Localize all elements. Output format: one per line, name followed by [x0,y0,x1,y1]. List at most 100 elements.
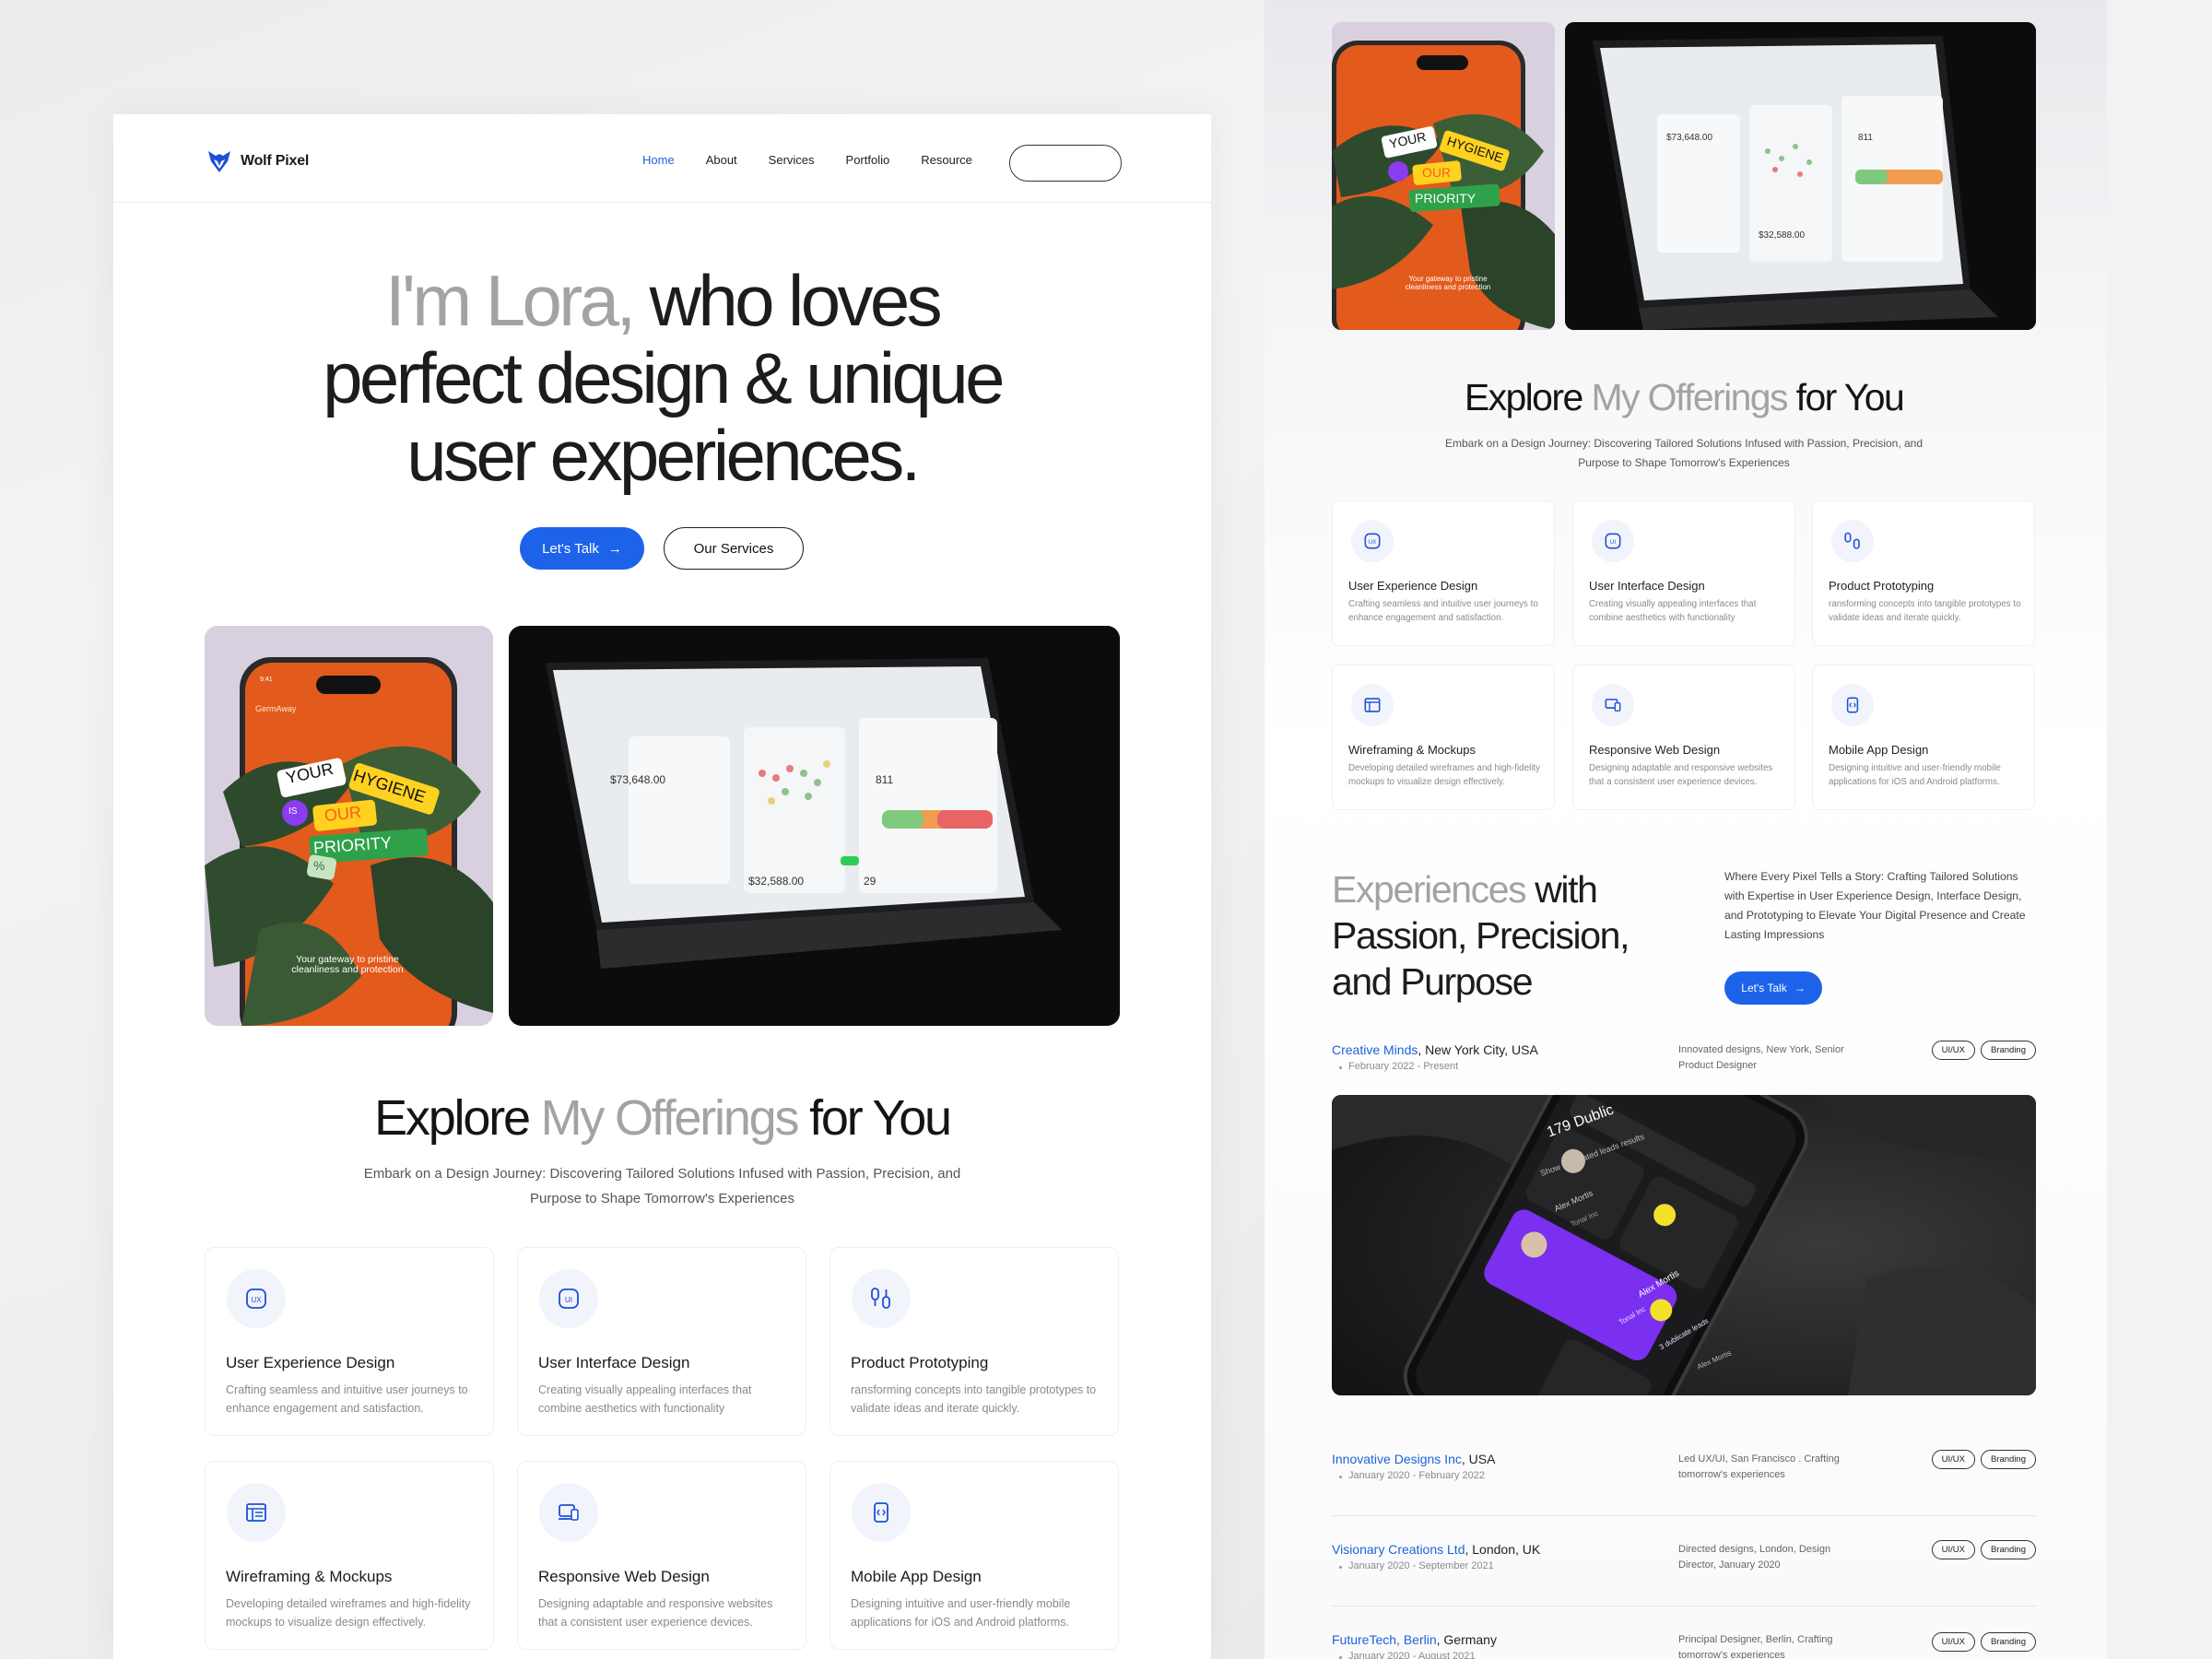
card-desc: Developing detailed wireframes and high-… [1348,763,1541,787]
company-name[interactable]: Creative Minds [1332,1042,1418,1057]
company-name[interactable]: FutureTech, Berlin [1332,1632,1437,1647]
app-photo-illustration [1332,1095,2036,1395]
experience-title-grey: Experiences [1332,868,1527,911]
tag-branding[interactable]: Branding [1980,1540,2036,1559]
our-services-label: Our Services [693,540,774,557]
card-title: Product Prototyping [1829,579,1935,593]
nav-about[interactable]: About [690,147,753,172]
offerings-subtitle-l2: Purpose to Shape Tomorrow's Experiences [1578,456,1790,469]
svg-text:UX: UX [1369,539,1377,546]
job-tags: UI/UX Branding [1931,1450,2036,1469]
ux-icon: UX [227,1269,286,1328]
brand-logo[interactable]: Wolf Pixel [206,147,309,175]
nav-portfolio[interactable]: Portfolio [830,147,906,172]
card-title: Mobile App Design [1829,743,1929,757]
service-card-ux[interactable]: UX User Experience Design Crafting seaml… [205,1247,494,1436]
card-title: User Experience Design [1348,579,1478,593]
brand-name: Wolf Pixel [241,153,310,169]
laptop-dashboard-image: $73,648.00 $32,588.00 811 29 [509,626,1120,1026]
experience-title-l1: with [1525,868,1598,911]
service-card-wireframing[interactable]: Wireframing & Mockups Developing detaile… [205,1461,494,1650]
service-card-mobile-app[interactable]: Mobile App Design Designing intuitive an… [830,1461,1119,1650]
experience-lets-talk-label: Let's Talk [1741,982,1787,994]
laptop-value-2: $32,588.00 [1759,230,1806,241]
tag-uiux[interactable]: UI/UX [1931,1450,1975,1469]
tag-uiux[interactable]: UI/UX [1931,1540,1975,1559]
card-desc: Designing intuitive and user-friendly mo… [851,1597,1071,1629]
offerings-subtitle-l1: Embark on a Design Journey: Discovering … [363,1166,961,1182]
offerings-subtitle-small: Embark on a Design Journey: Discovering … [1438,434,1930,473]
experience-description: Where Every Pixel Tells a Story: Craftin… [1724,870,2026,941]
card-desc: Designing adaptable and responsive websi… [538,1597,773,1629]
job-dates: February 2022 - Present [1338,1061,1459,1072]
company-location: , New York City, USA [1418,1042,1538,1057]
card-desc: Crafting seamless and intuitive user jou… [1348,599,1538,623]
job-dates: January 2020 - February 2022 [1339,1470,1485,1481]
laptop-value-2: $32,588.00 [748,875,805,888]
service-card-responsive[interactable]: Responsive Web Design Designing adaptabl… [517,1461,806,1650]
company: FutureTech, Berlin, Germany [1332,1632,1497,1647]
nav-services[interactable]: Services [753,147,830,172]
card-desc: Designing adaptable and responsive websi… [1589,763,1773,787]
wireframe-icon [227,1483,286,1542]
lets-talk-button[interactable]: Let's Talk → [520,527,644,570]
headline-line2: perfect design & unique [323,337,1005,418]
ui-icon: UI [1592,520,1634,562]
hero: I'm Lora, who loves perfect design & uni… [113,262,1211,494]
sticker-priority: PRIORITY [1415,191,1477,206]
phone-tagline: Your gateway to pristine cleanliness and… [1405,275,1491,291]
card-title: Mobile App Design [851,1568,982,1585]
service-card-ux-small[interactable]: UX User Experience Design Crafting seaml… [1332,500,1555,646]
service-card-responsive-small[interactable]: Responsive Web Design Designing adaptabl… [1572,665,1795,810]
card-title: Responsive Web Design [1589,743,1721,757]
ux-icon: UX [1351,520,1394,562]
laptop-value-4: 29 [864,875,877,888]
tag-uiux[interactable]: UI/UX [1931,1041,1975,1060]
company-name[interactable]: Innovative Designs Inc [1332,1452,1462,1466]
phone-tagline: Your gateway to pristine cleanliness and… [291,954,404,975]
offerings-subtitle-l1: Embark on a Design Journey: Discovering … [1444,437,1924,450]
svg-text:UX: UX [251,1296,262,1304]
service-card-mobile-app-small[interactable]: Mobile App Design Designing intuitive an… [1812,665,2035,810]
ui-icon: UI [539,1269,598,1328]
service-card-wireframing-small[interactable]: Wireframing & Mockups Developing detaile… [1332,665,1555,810]
card-title: Responsive Web Design [538,1568,710,1585]
service-card-ui[interactable]: UI User Interface Design Creating visual… [517,1247,806,1436]
nav-home[interactable]: Home [627,147,690,172]
experience-title: Experiences with Passion, Precision, and… [1332,866,1630,1005]
laptop-value-1: $73,648.00 [610,773,666,786]
laptop-value-3: 811 [1858,133,1873,143]
mobile-app-photo: 179 Dublic Show dublicated leads results… [1332,1095,2036,1395]
card-desc: Developing detailed wireframes and high-… [226,1597,471,1629]
company-name[interactable]: Visionary Creations Ltd [1332,1542,1465,1557]
responsive-icon [539,1483,598,1542]
right-margin [2107,0,2212,1659]
experience-row: Innovative Designs Inc, USA January 2020… [1332,1450,2036,1516]
our-services-button[interactable]: Our Services [664,527,804,570]
main-menu: Home About Services Portfolio Resource [627,147,988,172]
experience-lets-talk-button[interactable]: Let's Talk → [1724,971,1822,1005]
offerings-subtitle: Embark on a Design Journey: Discovering … [113,1161,1211,1211]
responsive-icon [1592,684,1634,726]
laptop-dashboard-image-small: $73,648.00 $32,588.00 811 [1565,22,2036,330]
company: Visionary Creations Ltd, London, UK [1332,1542,1540,1557]
tag-branding[interactable]: Branding [1980,1041,2036,1060]
job-role: Innovated designs, New York, Senior Prod… [1678,1044,1844,1071]
tag-branding[interactable]: Branding [1980,1450,2036,1469]
offerings-title: Explore My Offerings for You [113,1089,1211,1147]
phone-app-name: GermAway [255,704,297,713]
nav-resource[interactable]: Resource [905,147,988,172]
service-card-prototyping-small[interactable]: Product Prototyping ransforming concepts… [1812,500,2035,646]
service-card-prototyping[interactable]: Product Prototyping ransforming concepts… [830,1247,1119,1436]
nav-contact-button[interactable] [1009,145,1122,182]
tag-uiux[interactable]: UI/UX [1931,1632,1975,1652]
offerings-title-grey: My Offerings [1591,376,1788,418]
headline-name: I'm Lora, [384,260,636,341]
card-desc: ransforming concepts into tangible proto… [1829,599,2021,623]
tag-branding[interactable]: Branding [1980,1632,2036,1652]
navbar: Wolf Pixel Home About Services Portfolio… [113,114,1211,203]
service-card-ui-small[interactable]: UI User Interface Design Creating visual… [1572,500,1795,646]
job-tags: UI/UX Branding [1931,1632,2036,1652]
arrow-right-icon: → [1794,982,1806,994]
sticker-percent: % [313,858,325,873]
